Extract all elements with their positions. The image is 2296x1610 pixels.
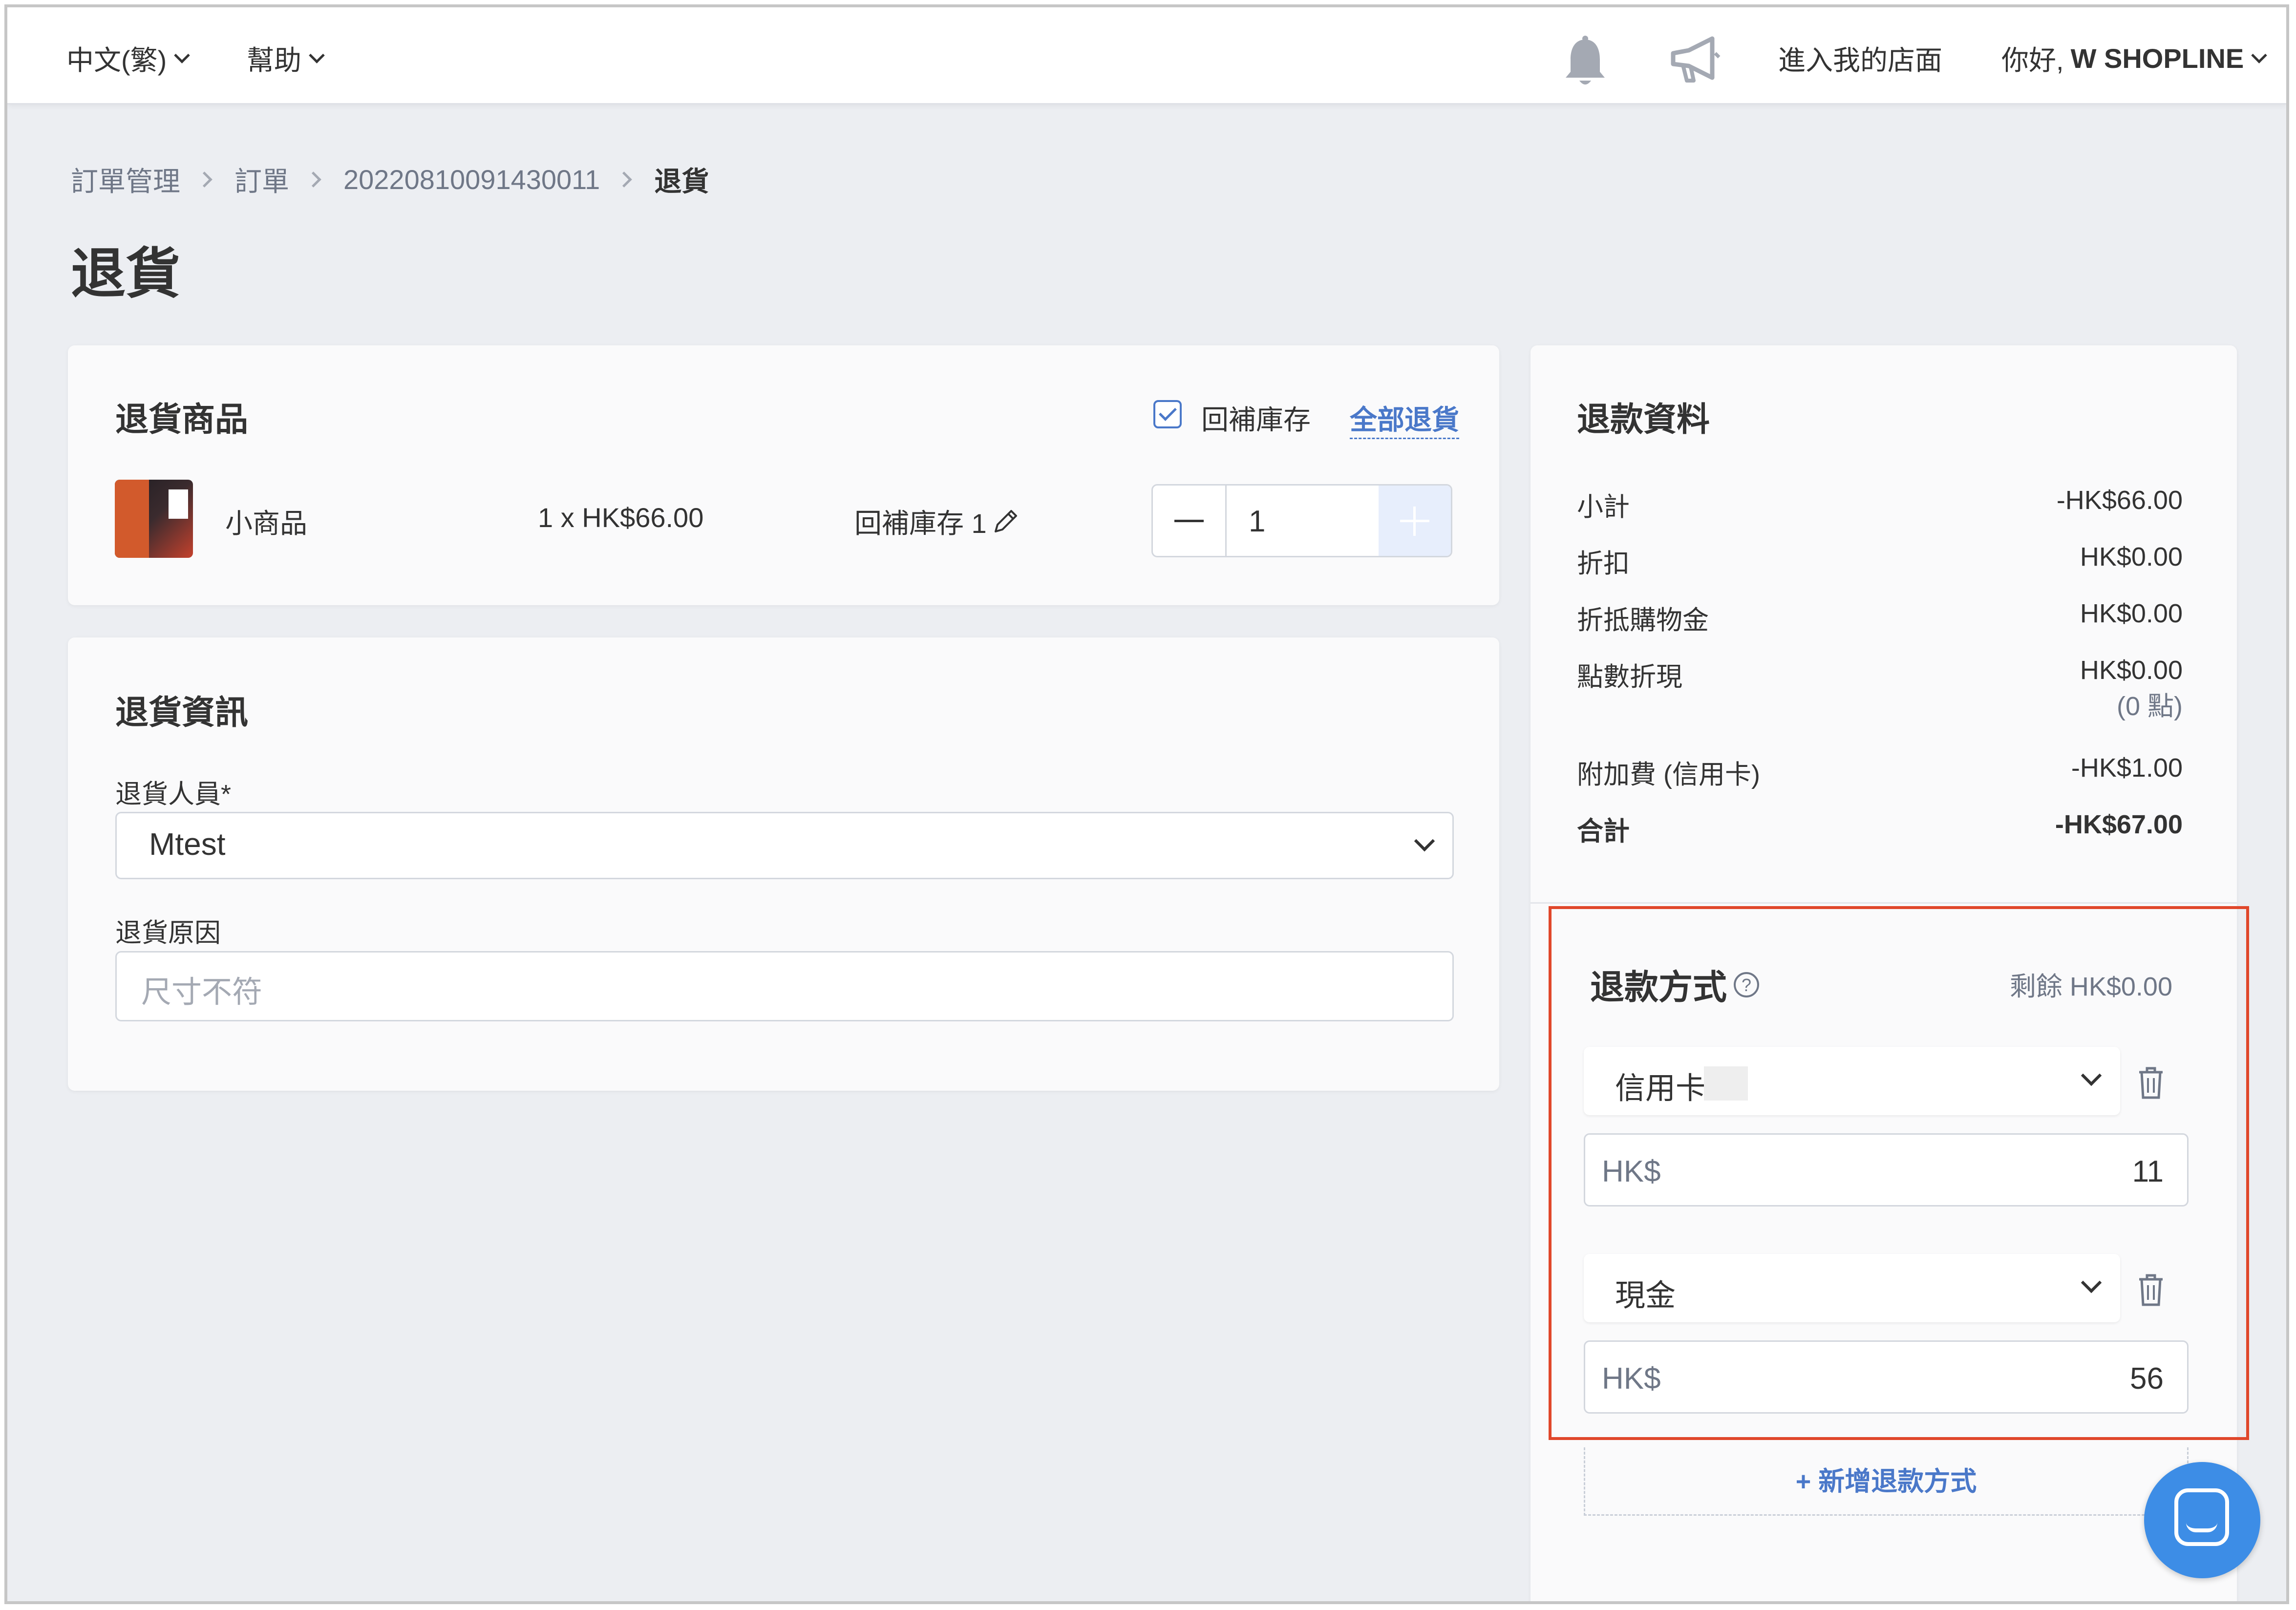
reason-label: 退貨原因 [115, 918, 221, 948]
summary-amount: -HK$1.00 [2071, 753, 2183, 783]
refund-method-select-credit-card[interactable]: 信用卡 [1584, 1047, 2120, 1115]
restock-quantity-label: 回補庫存 1 [854, 508, 987, 539]
add-refund-method-button[interactable]: + 新增退款方式 [1584, 1447, 2189, 1516]
divider [1531, 902, 2237, 904]
chevron-down-icon [174, 47, 191, 64]
breadcrumb-item-orders[interactable]: 訂單 [234, 160, 289, 199]
chat-button[interactable] [2144, 1462, 2260, 1578]
enter-store-link[interactable]: 進入我的店面 [1778, 39, 1942, 78]
summary-amount: -HK$66.00 [2056, 486, 2183, 515]
restock-quantity: 回補庫存 1 [854, 502, 1019, 541]
refund-summary-title: 退款資料 [1577, 401, 1710, 438]
breadcrumb-current: 退貨 [654, 166, 709, 197]
summary-label: 小計 [1577, 492, 1630, 522]
breadcrumb-item-order-management[interactable]: 訂單管理 [71, 160, 180, 199]
return-items-title: 退貨商品 [115, 401, 249, 438]
chat-smile-icon [2186, 1523, 2217, 1532]
staff-select[interactable]: Mtest [115, 812, 1454, 879]
product-price: 1 x HK$66.00 [538, 502, 704, 533]
summary-amount: HK$0.00 [2080, 656, 2183, 685]
summary-label: 合計 [1577, 817, 1630, 846]
refund-method-select-cash[interactable]: 現金 [1584, 1254, 2120, 1322]
currency-prefix: HK$ [1602, 1362, 1661, 1396]
chat-bubble-icon [2174, 1488, 2229, 1546]
help-icon[interactable]: ? [1734, 972, 1759, 997]
refund-amount-value: 56 [2130, 1362, 2164, 1396]
summary-label: 點數折現 [1577, 662, 1682, 692]
chevron-right-icon [196, 171, 213, 188]
staff-value: Mtest [149, 826, 226, 862]
remaining-amount: 剩餘 HK$0.00 [2009, 972, 2172, 1001]
chevron-right-icon [616, 171, 633, 188]
enter-store-label: 進入我的店面 [1778, 45, 1942, 76]
return-all-link[interactable]: 全部退貨 [1350, 398, 1459, 439]
staff-label: 退貨人員* [115, 780, 232, 809]
summary-label: 折扣 [1577, 549, 1630, 578]
summary-label: 附加費 (信用卡) [1577, 760, 1760, 789]
help-menu[interactable]: 幫助 [247, 39, 325, 78]
refund-methods-title: 退款方式 ? [1590, 960, 1759, 1009]
refund-amount-input-credit-card[interactable]: HK$ 11 [1584, 1133, 2189, 1207]
decrement-button[interactable] [1153, 486, 1227, 556]
reason-input[interactable]: 尺寸不符 [115, 951, 1454, 1021]
trash-icon[interactable] [2136, 1065, 2166, 1101]
pencil-icon[interactable] [992, 508, 1019, 535]
currency-prefix: HK$ [1602, 1155, 1661, 1188]
restock-label: 回補庫存 [1201, 404, 1311, 435]
quantity-value[interactable]: 1 [1249, 504, 1265, 539]
reason-placeholder: 尺寸不符 [141, 975, 263, 1009]
refund-method-value: 信用卡 [1615, 1072, 1706, 1105]
summary-amount: -HK$67.00 [2055, 810, 2183, 839]
trash-icon[interactable] [2136, 1272, 2166, 1308]
refund-amount-value: 11 [2132, 1155, 2164, 1188]
points-note: (0 點) [2117, 692, 2183, 721]
restock-checkbox[interactable] [1153, 400, 1182, 428]
megaphone-icon[interactable] [1668, 36, 1722, 85]
quantity-stepper[interactable]: 1 [1151, 484, 1452, 557]
refund-amount-input-cash[interactable]: HK$ 56 [1584, 1340, 2189, 1414]
language-selector[interactable]: 中文(繁) [66, 39, 191, 78]
return-info-title: 退貨資訊 [115, 694, 249, 731]
summary-amount: HK$0.00 [2080, 599, 2183, 628]
chevron-down-icon [2081, 1065, 2102, 1086]
breadcrumb-item-order-number[interactable]: 20220810091430011 [343, 164, 600, 195]
user-menu[interactable]: 你好, W SHOPLINE [2001, 39, 2268, 78]
chevron-down-icon [2251, 47, 2268, 64]
app-window: 中文(繁) 幫助 進入我的店面 你好, W SHOPLINE 訂單管理 訂單 2… [4, 4, 2289, 1604]
return-info-card: 退貨資訊 退貨人員* Mtest 退貨原因 尺寸不符 [68, 637, 1499, 1091]
refund-methods-label: 退款方式 [1590, 968, 1727, 1006]
help-label: 幫助 [247, 45, 301, 76]
page-title: 退貨 [71, 243, 180, 304]
bell-icon[interactable] [1561, 36, 1610, 89]
redacted-card-info [1704, 1066, 1748, 1101]
product-name: 小商品 [225, 508, 307, 539]
chevron-right-icon [305, 171, 321, 188]
product-thumbnail [115, 480, 193, 558]
breadcrumb: 訂單管理 訂單 20220810091430011 退貨 [71, 160, 709, 199]
chevron-down-icon [2081, 1272, 2102, 1293]
user-name: W SHOPLINE [2070, 43, 2244, 74]
greeting-text: 你好, [2001, 45, 2064, 76]
top-navbar: 中文(繁) 幫助 進入我的店面 你好, W SHOPLINE [7, 7, 2286, 105]
increment-button[interactable] [1379, 486, 1451, 556]
chevron-down-icon [309, 47, 325, 64]
return-items-card: 退貨商品 回補庫存 全部退貨 小商品 1 x HK$66.00 回補庫存 1 1 [68, 345, 1499, 605]
refund-method-value: 現金 [1615, 1279, 1676, 1313]
chevron-down-icon [1414, 830, 1435, 852]
language-label: 中文(繁) [66, 45, 167, 76]
summary-label: 折抵購物金 [1577, 606, 1709, 635]
summary-amount: HK$0.00 [2080, 542, 2183, 572]
